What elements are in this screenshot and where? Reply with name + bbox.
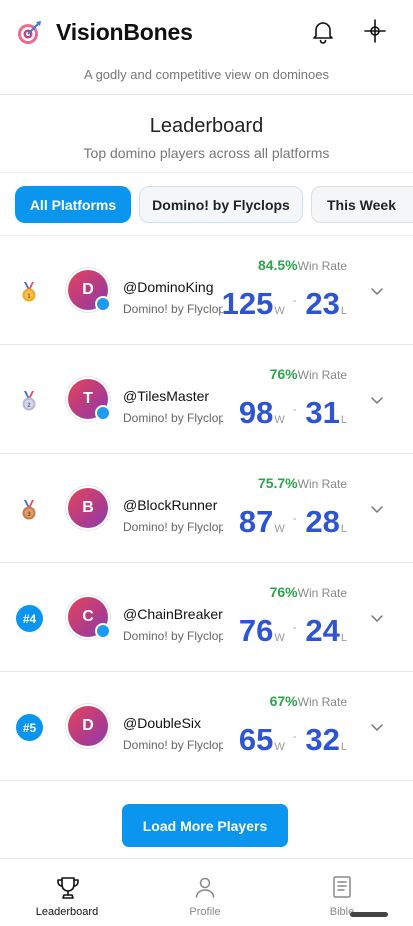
online-indicator (95, 623, 111, 639)
win-rate-value: 75.7% (257, 475, 298, 491)
nav-leaderboard-label: Leaderboard (35, 906, 99, 918)
filter-domino-flyclops[interactable]: Domino! by Flyclops (139, 186, 303, 223)
win-rate-label: Win Rate (297, 368, 347, 382)
win-loss-score: 76 W -24 L (238, 613, 347, 648)
losses-label: L (340, 523, 347, 535)
win-rate-label: Win Rate (297, 477, 347, 491)
win-loss-score: 125 W -23 L (221, 286, 347, 321)
wins-count: 87 (238, 504, 274, 539)
wins-count: 98 (238, 395, 274, 430)
losses-count: 23 (305, 286, 340, 321)
nav-profile[interactable]: Profile (155, 859, 255, 926)
win-rate: 76%Win Rate (270, 584, 347, 600)
nav-profile-label: Profile (189, 906, 221, 918)
win-rate-label: Win Rate (297, 586, 347, 600)
losses-label: L (340, 632, 347, 644)
wins-label: W (274, 523, 285, 535)
player-platform: Domino! by Flyclops (123, 738, 223, 752)
rank-badge: #4 (16, 605, 43, 632)
win-rate-value: 76% (269, 366, 298, 382)
app-header: VisionBones A godly and competitive view… (0, 0, 413, 95)
win-rate: 84.5%Win Rate (258, 257, 347, 273)
losses-label: L (340, 305, 347, 317)
bell-icon[interactable] (310, 18, 336, 44)
online-indicator (95, 405, 111, 421)
book-icon (333, 876, 351, 898)
wins-count: 125 (221, 286, 274, 321)
win-loss-score: 65 W -32 L (238, 722, 347, 757)
bronze-medal-icon: 3 (22, 500, 36, 520)
person-icon (195, 877, 215, 898)
win-rate: 75.7%Win Rate (258, 475, 347, 491)
player-username: @DoubleSix (123, 715, 202, 731)
win-rate: 67%Win Rate (270, 693, 347, 709)
target-logo-icon (18, 21, 41, 44)
win-loss-score: 87 W -28 L (238, 504, 347, 539)
chevron-down-icon[interactable] (369, 283, 385, 299)
wins-label: W (274, 632, 285, 644)
leaderboard-header: Leaderboard Top domino players across al… (0, 95, 413, 173)
player-platform: Domino! by Flyclops (123, 520, 223, 534)
platform-filters: All Platforms Domino! by Flyclops This W… (0, 173, 413, 236)
player-username: @DominoKing (123, 279, 214, 295)
win-rate: 76%Win Rate (270, 366, 347, 382)
player-row[interactable]: #5 D @DoubleSix Domino! by Flyclops 67%W… (0, 672, 413, 781)
filter-all-platforms[interactable]: All Platforms (15, 186, 131, 223)
win-rate-value: 67% (269, 693, 298, 709)
leaderboard-list: 1 D @DominoKing Domino! by Flyclops 84.5… (0, 236, 413, 781)
win-rate-label: Win Rate (297, 695, 347, 709)
page-title: Leaderboard (149, 115, 264, 137)
win-loss-score: 98 W -31 L (238, 395, 347, 430)
app-tagline: A godly and competitive view on dominoes (84, 67, 329, 82)
player-row[interactable]: #4 C @ChainBreaker Domino! by Flyclops 7… (0, 563, 413, 672)
losses-label: L (340, 414, 347, 426)
app-title: VisionBones (56, 19, 193, 45)
player-row[interactable]: 1 D @DominoKing Domino! by Flyclops 84.5… (0, 236, 413, 345)
losses-count: 32 (305, 722, 340, 757)
chevron-down-icon[interactable] (369, 719, 385, 735)
player-username: @ChainBreaker (123, 606, 223, 622)
rank-badge: #5 (16, 714, 43, 741)
win-rate-label: Win Rate (297, 259, 347, 273)
trophy-icon (57, 877, 79, 899)
chevron-down-icon[interactable] (369, 610, 385, 626)
player-username: @BlockRunner (123, 497, 218, 513)
home-indicator (350, 912, 388, 917)
nav-leaderboard[interactable]: Leaderboard (17, 859, 117, 926)
page-subtitle: Top domino players across all platforms (83, 145, 330, 161)
chevron-down-icon[interactable] (369, 501, 385, 517)
player-row[interactable]: 3 B @BlockRunner Domino! by Flyclops 75.… (0, 454, 413, 563)
player-platform: Domino! by Flyclops (123, 629, 223, 643)
gold-medal-icon: 1 (22, 282, 36, 302)
avatar: D (68, 706, 108, 746)
losses-label: L (340, 741, 347, 753)
chevron-down-icon[interactable] (369, 392, 385, 408)
avatar: B (68, 488, 108, 528)
wins-label: W (274, 741, 285, 753)
wins-count: 76 (238, 613, 274, 648)
wins-count: 65 (238, 722, 274, 757)
filter-this-week[interactable]: This Week (311, 186, 413, 223)
player-platform: Domino! by Flyclops (123, 302, 223, 316)
silver-medal-icon: 2 (22, 391, 36, 411)
online-indicator (95, 296, 111, 312)
losses-count: 24 (305, 613, 340, 648)
load-more-button[interactable]: Load More Players (122, 804, 288, 847)
losses-count: 31 (305, 395, 340, 430)
wins-label: W (274, 414, 285, 426)
player-platform: Domino! by Flyclops (123, 411, 223, 425)
crosshair-icon[interactable] (362, 18, 388, 44)
player-row[interactable]: 2 T @TilesMaster Domino! by Flyclops 76%… (0, 345, 413, 454)
wins-label: W (274, 305, 285, 317)
losses-count: 28 (305, 504, 340, 539)
win-rate-value: 84.5% (257, 257, 298, 273)
win-rate-value: 76% (269, 584, 298, 600)
player-username: @TilesMaster (123, 388, 210, 404)
